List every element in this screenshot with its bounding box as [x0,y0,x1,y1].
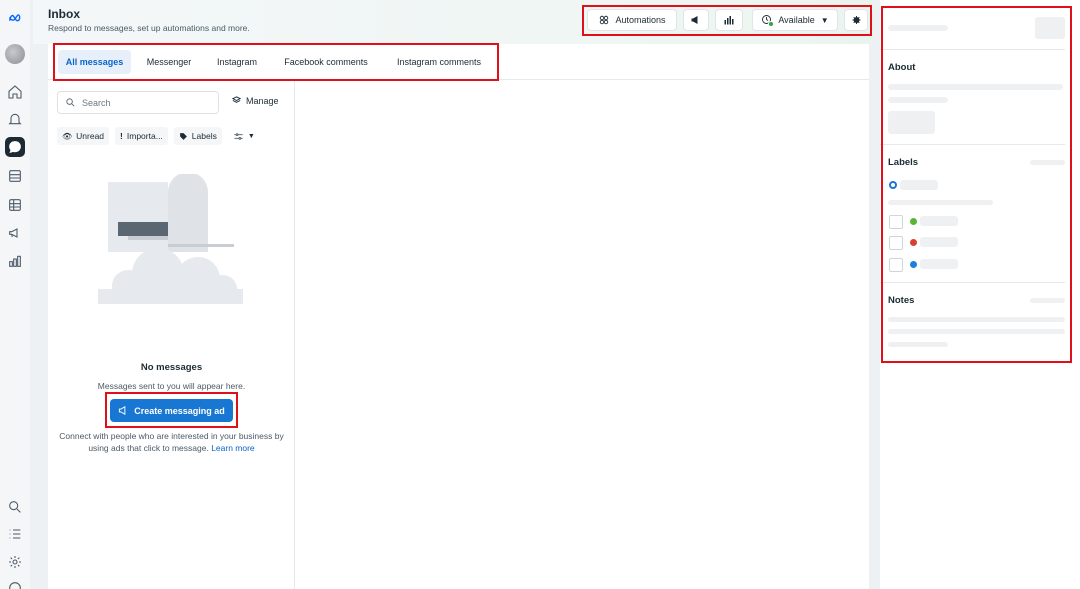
tab-facebook-comments[interactable]: Facebook comments [275,50,377,74]
filter-chips: 👁 Unread ! Importa... Labels ▼ [57,127,260,145]
conversation-list: Search Manage 👁 Unread ! Importa... Labe… [48,81,295,589]
sliders-icon [233,131,244,142]
ads-icon[interactable] [5,223,25,243]
filter-labels[interactable]: Labels [173,127,222,145]
search-input[interactable]: Search [57,91,219,114]
settings-button[interactable] [844,9,868,31]
availability-dropdown[interactable]: Available ▼ [752,9,838,31]
megaphone-icon [118,405,129,416]
empty-state-description: Connect with people who are interested i… [52,430,291,454]
ads-button[interactable] [683,9,709,31]
filter-important-label: Importa... [126,131,163,141]
empty-state-subtitle: Messages sent to you will appear here. [97,381,246,391]
list-icon[interactable] [5,524,25,544]
learn-more-link[interactable]: Learn more [211,443,254,453]
bar-chart-icon [723,14,735,26]
search-icon [65,97,76,108]
availability-icon [761,14,775,27]
filter-important[interactable]: ! Importa... [115,127,168,145]
chevron-down-icon: ▼ [820,15,829,25]
insights-button[interactable] [715,9,743,31]
profile-avatar[interactable] [5,44,25,64]
empty-mailbox-illustration [98,174,243,304]
meta-logo[interactable] [5,9,25,29]
create-messaging-ad-button[interactable]: Create messaging ad [110,399,233,422]
insights-icon[interactable] [5,251,25,271]
automations-label: Automations [615,15,666,25]
page-subtitle: Respond to messages, set up automations … [48,23,250,33]
search-placeholder: Search [82,97,111,108]
manage-label: Manage [246,95,279,106]
tab-instagram-comments[interactable]: Instagram comments [388,50,490,74]
home-icon[interactable] [5,82,25,102]
content-icon[interactable] [5,166,25,186]
settings-icon[interactable] [5,552,25,572]
create-messaging-ad-label: Create messaging ad [134,405,225,416]
megaphone-icon [690,14,702,26]
inbox-main-panel: All messages Messenger Instagram Faceboo… [48,43,869,589]
tab-instagram[interactable]: Instagram [208,50,266,74]
filter-labels-label: Labels [191,131,217,141]
eye-icon: 👁 [62,131,73,141]
automations-icon [598,14,610,26]
inbox-icon[interactable] [5,137,25,157]
empty-state-title: No messages [140,362,203,373]
manage-button[interactable]: Manage [231,95,279,106]
page-title: Inbox [48,7,80,21]
availability-label: Available [778,15,815,25]
left-navigation-rail [0,0,30,589]
bell-icon[interactable] [5,109,25,129]
filter-unread[interactable]: 👁 Unread [57,127,110,145]
tag-icon [179,132,188,141]
chevron-down-icon: ▼ [247,132,255,140]
help-icon[interactable] [5,578,25,589]
filter-options-button[interactable]: ▼ [228,127,260,145]
gear-icon [850,14,862,26]
layers-icon [231,95,242,106]
table-icon[interactable] [5,195,25,215]
tab-all-messages[interactable]: All messages [58,50,131,74]
channel-tabs: All messages Messenger Instagram Faceboo… [48,43,869,81]
tab-messenger[interactable]: Messenger [138,50,200,74]
search-icon[interactable] [5,497,25,517]
right-panel-highlight [881,6,1072,363]
exclamation-icon: ! [120,131,123,141]
filter-unread-label: Unread [76,131,105,141]
automations-button[interactable]: Automations [587,9,677,31]
